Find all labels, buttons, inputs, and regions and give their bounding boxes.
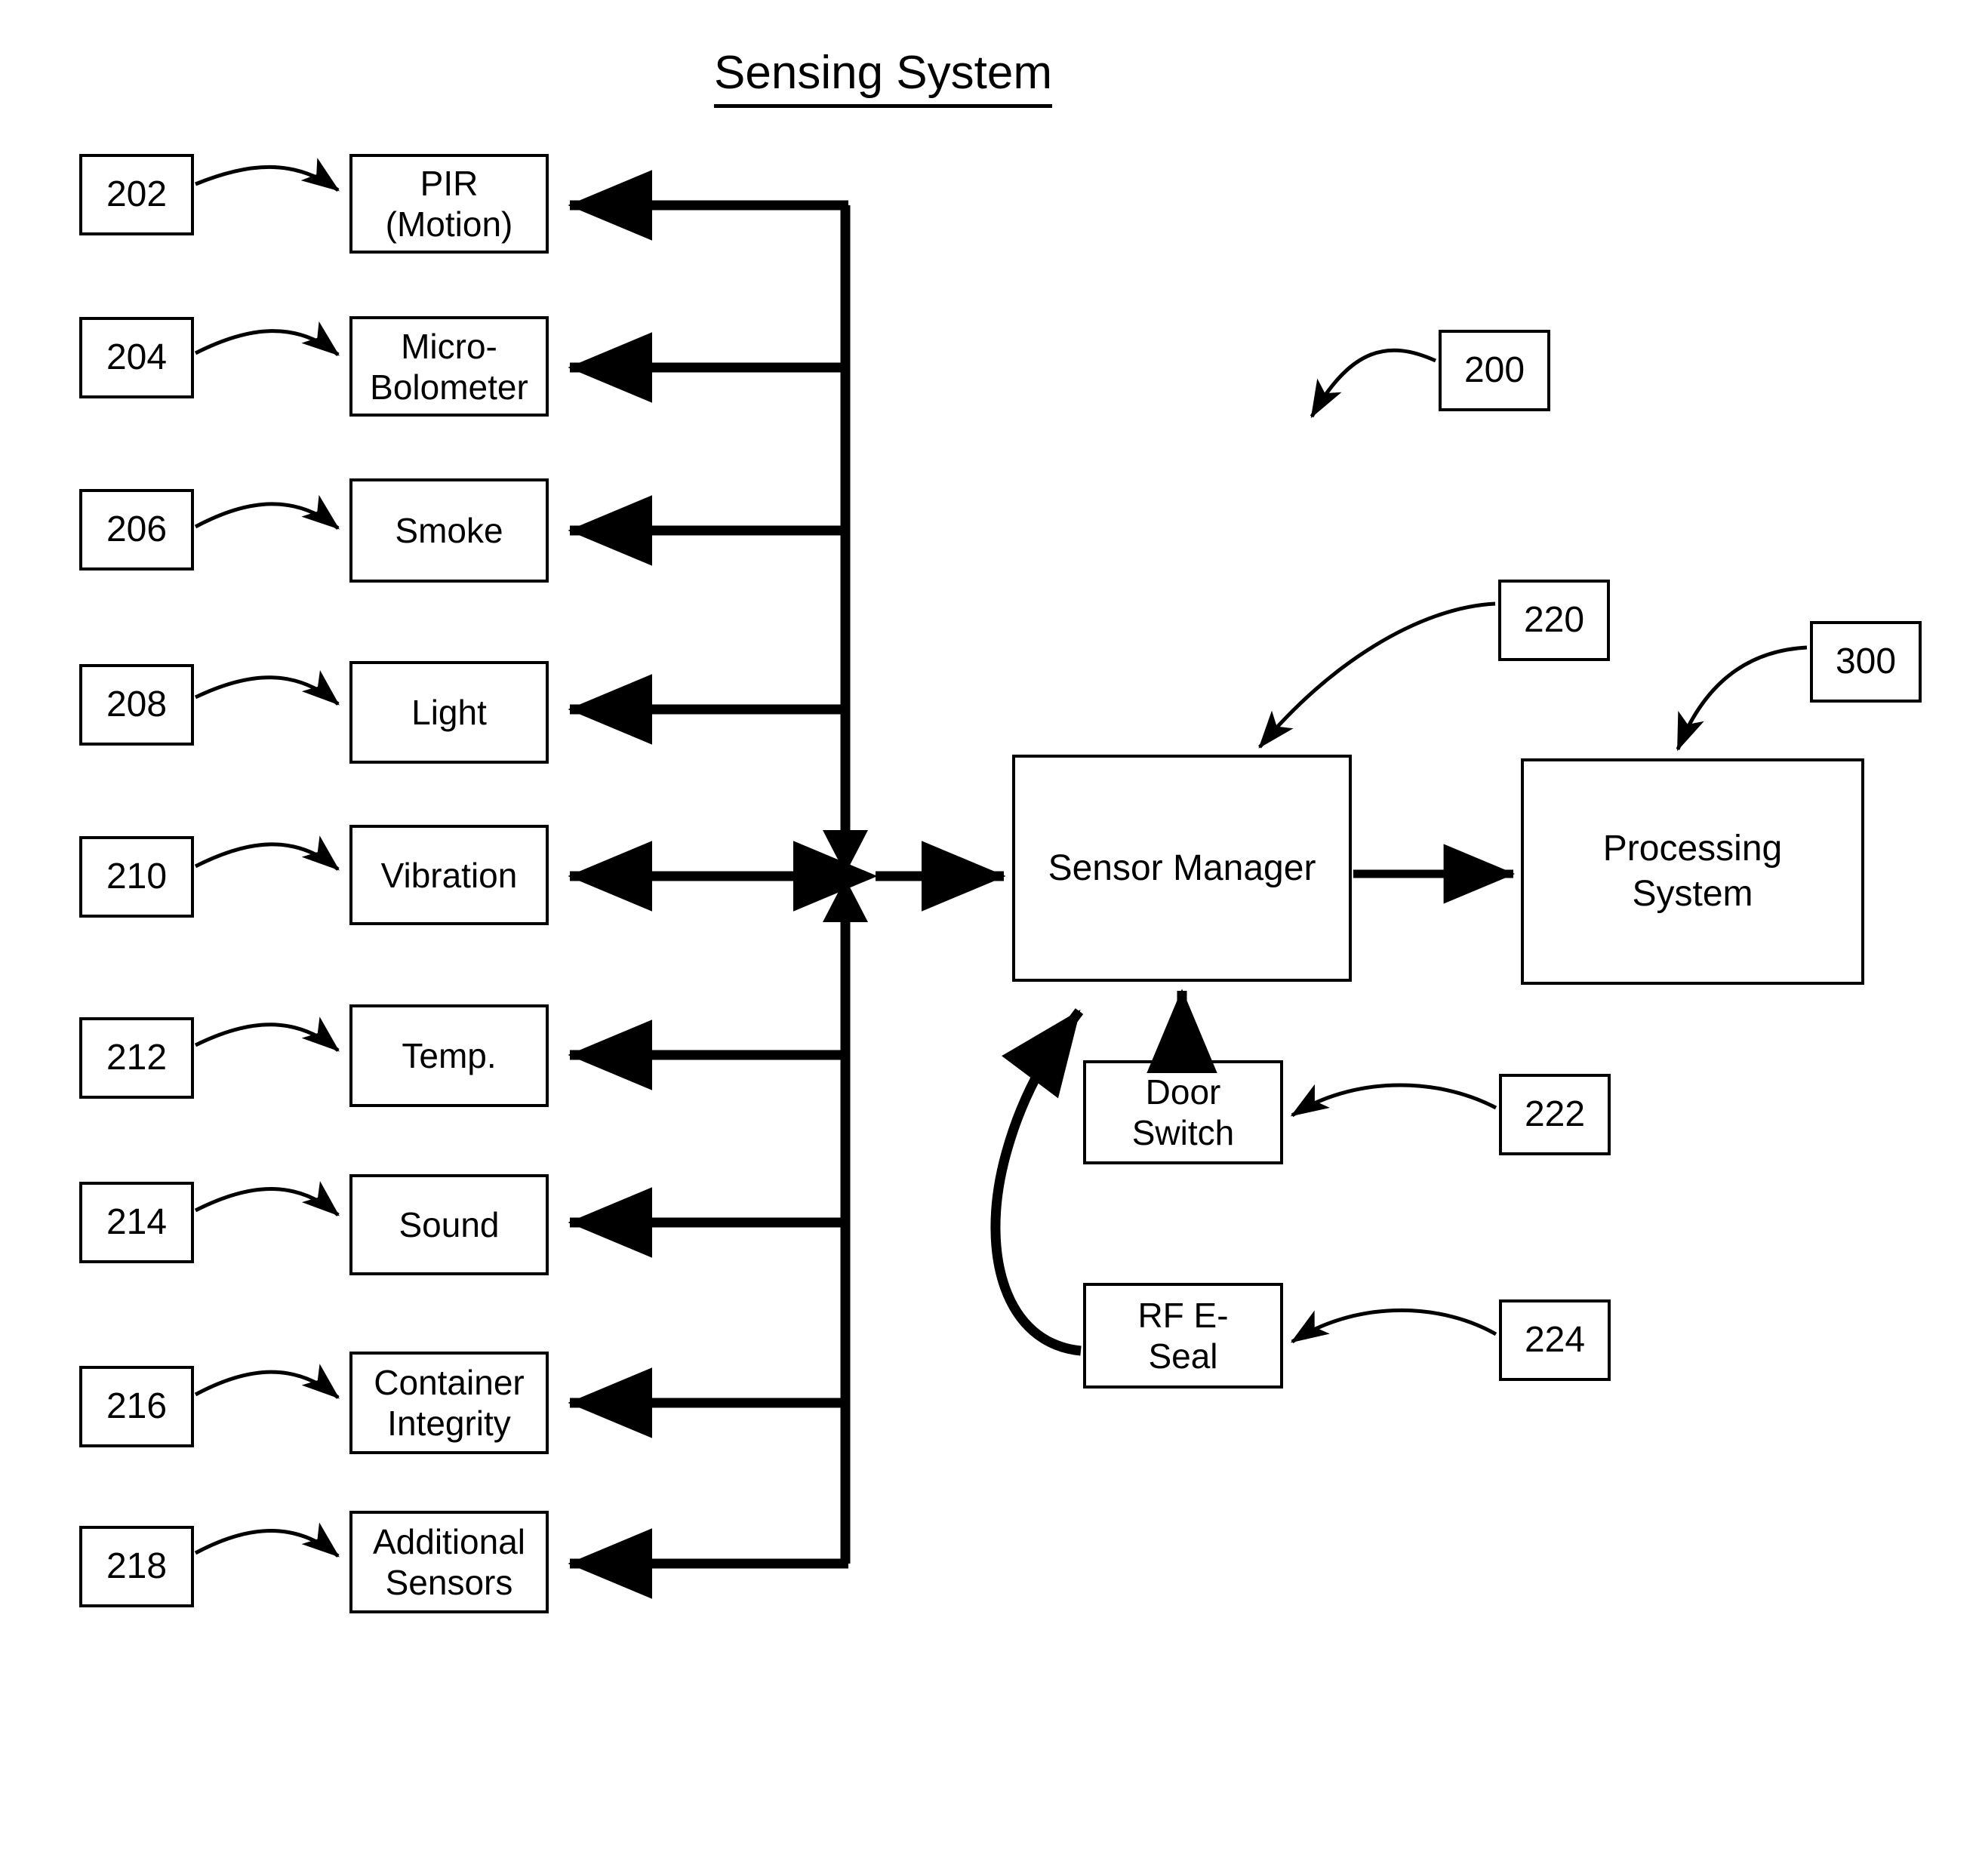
ref-box-200-label: 200	[1463, 350, 1525, 390]
ref-box-220-label: 220	[1523, 600, 1585, 640]
sensor-manager-label: Sensor Manager	[1048, 847, 1316, 888]
sensor-box-micro-bolometer-line2: Bolometer	[370, 367, 528, 407]
leader-224-to-rf-e-seal	[1290, 1308, 1497, 1344]
leader-222-to-door-switch	[1290, 1083, 1497, 1118]
sensor-box-vibration: Vibration	[349, 825, 549, 925]
ref-box-216: 216	[79, 1366, 194, 1447]
ref-box-204-label: 204	[106, 337, 168, 377]
leader-210-to-vibration	[194, 835, 340, 871]
processing-system-line2: System	[1632, 874, 1753, 914]
door-switch-line1: Door	[1145, 1072, 1221, 1112]
ref-box-216-label: 216	[106, 1386, 168, 1426]
ref-box-224-label: 224	[1524, 1320, 1586, 1360]
ref-box-204: 204	[79, 317, 194, 398]
door-switch-line2: Switch	[1131, 1113, 1235, 1152]
sensor-box-additional-sensors-line1: Additional	[372, 1522, 526, 1561]
diagram-canvas: Sensing System 202 204 206 208 210 212 2…	[0, 0, 1979, 1876]
sensor-box-micro-bolometer: Micro- Bolometer	[349, 316, 549, 417]
ref-box-202-label: 202	[106, 174, 168, 214]
ref-box-200: 200	[1439, 330, 1550, 411]
leader-214-to-sound	[194, 1181, 340, 1216]
leader-206-to-smoke	[194, 494, 340, 530]
leader-300-to-processing-system	[1676, 645, 1808, 752]
leader-212-to-temp	[194, 1016, 340, 1052]
sensor-box-pir-motion-line1: PIR	[420, 164, 479, 203]
page-title-text: Sensing System	[714, 47, 1052, 108]
leader-204-to-micro-bolometer	[194, 321, 340, 356]
ref-box-218-label: 218	[106, 1546, 168, 1586]
rf-e-seal-to-sensor-manager	[990, 1008, 1084, 1356]
sensor-box-smoke-label: Smoke	[395, 511, 503, 550]
ref-box-300-label: 300	[1835, 641, 1897, 681]
sensor-box-smoke: Smoke	[349, 478, 549, 583]
bus-junction-down-arrowhead	[823, 830, 868, 874]
ref-box-210: 210	[79, 836, 194, 918]
sensor-box-temp-label: Temp.	[402, 1036, 497, 1075]
rf-e-seal-curved-arrow	[990, 1008, 1084, 1356]
leader-lines-left	[194, 158, 340, 1558]
ref-box-214: 214	[79, 1182, 194, 1263]
sensor-box-pir-motion: PIR (Motion)	[349, 154, 549, 254]
sensor-box-sound: Sound	[349, 1174, 549, 1275]
sensor-box-additional-sensors-line2: Sensors	[385, 1563, 513, 1602]
ref-box-208-label: 208	[106, 684, 168, 724]
rf-e-seal-line2: Seal	[1148, 1336, 1218, 1376]
ref-box-222: 222	[1499, 1074, 1611, 1155]
ref-box-212: 212	[79, 1017, 194, 1099]
ref-box-300: 300	[1810, 621, 1922, 703]
ref-box-206-label: 206	[106, 509, 168, 549]
rf-e-seal-line1: RF E-	[1137, 1296, 1229, 1335]
bus-junction-up-arrowhead	[823, 878, 868, 922]
ref-box-218: 218	[79, 1526, 194, 1607]
ref-box-202: 202	[79, 154, 194, 235]
sensor-box-vibration-label: Vibration	[380, 855, 518, 895]
rf-e-seal-box: RF E- Seal	[1083, 1283, 1283, 1389]
ref-box-222-label: 222	[1524, 1094, 1586, 1134]
bus-junction-arrowheads	[823, 830, 868, 922]
ref-box-210-label: 210	[106, 857, 168, 896]
sensor-box-sound-label: Sound	[399, 1205, 500, 1244]
processing-system-line1: Processing	[1602, 829, 1783, 869]
leader-220-to-sensor-manager	[1258, 601, 1496, 749]
ref-box-214-label: 214	[106, 1202, 168, 1242]
door-switch-box: Door Switch	[1083, 1060, 1283, 1164]
ref-box-208: 208	[79, 664, 194, 746]
leader-208-to-light	[194, 670, 340, 706]
sensor-box-temp: Temp.	[349, 1004, 549, 1107]
sensor-box-additional-sensors: Additional Sensors	[349, 1511, 549, 1613]
ref-box-220: 220	[1498, 580, 1610, 661]
leader-202-to-pir	[195, 158, 340, 192]
sensor-manager-box: Sensor Manager	[1012, 755, 1352, 982]
ref-box-206: 206	[79, 489, 194, 570]
bus-branches	[568, 170, 848, 1599]
sensor-box-pir-motion-line2: (Motion)	[385, 205, 513, 244]
processing-system-box: Processing System	[1521, 758, 1864, 985]
sensor-box-container-integrity-line2: Integrity	[387, 1404, 511, 1443]
sensor-box-light: Light	[349, 661, 549, 764]
leader-218-to-additional-sensors	[194, 1522, 340, 1558]
ref-box-224: 224	[1499, 1299, 1611, 1381]
leader-200-pointer	[1310, 348, 1437, 419]
page-title: Sensing System	[0, 47, 1766, 108]
ref-box-212-label: 212	[106, 1038, 168, 1078]
sensor-box-micro-bolometer-line1: Micro-	[401, 326, 497, 366]
leader-216-to-container-integrity	[194, 1364, 340, 1399]
sensor-box-container-integrity-line1: Container	[374, 1363, 525, 1402]
sensor-box-container-integrity: Container Integrity	[349, 1352, 549, 1454]
sensor-box-light-label: Light	[411, 693, 487, 732]
